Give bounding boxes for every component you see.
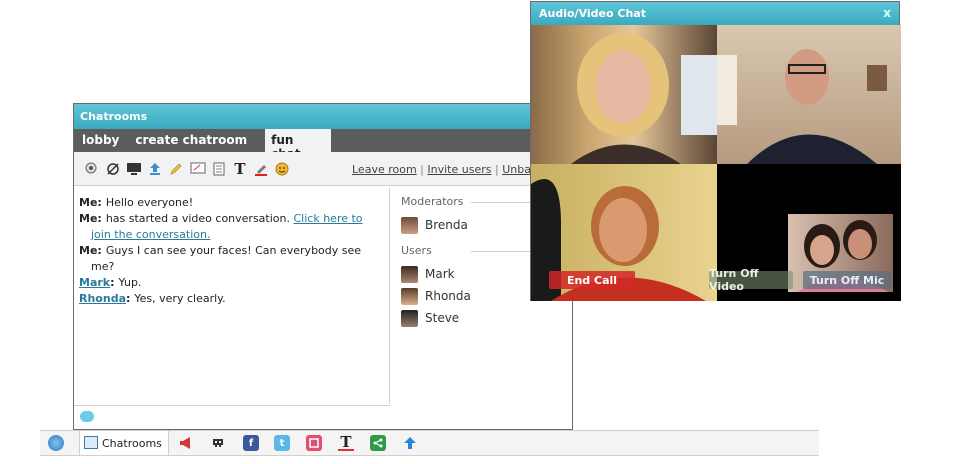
message-text: Yup. — [118, 276, 142, 289]
video-title: Audio/Video Chat — [539, 7, 646, 20]
invite-users-link[interactable]: Invite users — [427, 163, 491, 176]
video-chat-window: Audio/Video Chat x End Call Turn Off Vid… — [530, 1, 901, 301]
no-webcam-icon[interactable] — [105, 161, 121, 177]
webcam-icon[interactable] — [83, 161, 99, 177]
tab-create-chatroom[interactable]: create chatroom — [127, 129, 255, 152]
message-item: Me: has started a video conversation. Cli… — [79, 211, 384, 243]
video-feed-2 — [717, 25, 901, 164]
message-author-link[interactable]: Mark — [79, 276, 110, 289]
app-icon[interactable] — [306, 435, 322, 451]
message-item: Rhonda: Yes, very clearly. — [79, 292, 226, 305]
avatar — [401, 265, 418, 283]
message-author-link[interactable]: Rhonda — [79, 292, 126, 305]
message-text-continued: me? — [91, 260, 115, 273]
user-name: Brenda — [425, 218, 468, 232]
notes-icon[interactable] — [211, 161, 227, 177]
tab-lobby[interactable]: lobby — [74, 129, 127, 152]
user-name: Rhonda — [425, 289, 471, 303]
message-author: Me: — [79, 244, 102, 257]
avatar — [401, 309, 418, 327]
game-invader-icon[interactable] — [210, 435, 226, 451]
tab-fun-chat[interactable]: fun chat — [265, 129, 332, 161]
turn-off-video-button[interactable]: Turn Off Video — [709, 267, 793, 293]
user-name: Steve — [425, 311, 460, 325]
message-author: Me: — [79, 196, 102, 209]
taskbar-chatrooms-button[interactable]: Chatrooms — [79, 431, 169, 455]
chat-toolbar: T Leave room | Invite users | Unban — [74, 152, 572, 186]
taskbar-chatrooms-label: Chatrooms — [102, 436, 162, 450]
user-name: Mark — [425, 267, 455, 281]
emoticon-icon[interactable] — [274, 161, 290, 177]
avatar — [401, 216, 418, 234]
bottom-taskbar: Chatrooms f t T — [40, 430, 819, 456]
leave-room-link[interactable]: Leave room — [352, 163, 417, 176]
pencil-icon[interactable] — [168, 161, 184, 177]
globe-icon[interactable] — [48, 435, 64, 451]
message-list: Me: Hello everyone! Me: has started a vide… — [74, 188, 390, 404]
whiteboard-icon[interactable] — [190, 161, 206, 177]
chat-bubble-icon — [80, 411, 94, 422]
end-call-button[interactable]: End Call — [549, 271, 635, 289]
twitter-icon[interactable]: t — [274, 435, 290, 451]
chatroom-tabs: lobby create chatroom fun chat — [74, 129, 572, 161]
screen-share-icon[interactable] — [126, 161, 142, 177]
user-item-steve[interactable]: Steve — [401, 307, 563, 329]
message-item: Me: Guys I can see your faces! Can everyb… — [79, 243, 384, 275]
text-style-icon[interactable]: T — [338, 433, 354, 451]
facebook-icon[interactable]: f — [243, 435, 259, 451]
upload-icon[interactable] — [147, 161, 163, 177]
message-item: Me: Hello everyone! — [79, 195, 384, 211]
toolbar-links: Leave room | Invite users | Unban — [352, 163, 538, 176]
text-color-icon[interactable] — [253, 161, 269, 177]
scroll-up-icon[interactable] — [402, 435, 418, 451]
text-format-icon[interactable]: T — [232, 160, 248, 178]
video-feed-2-image — [717, 49, 887, 164]
video-feed-1-image — [571, 33, 717, 164]
join-video-link-continued[interactable]: join the conversation. — [79, 227, 384, 243]
chatrooms-icon — [84, 436, 98, 449]
message-text: has started a video conversation. — [105, 212, 290, 225]
chatrooms-window: Chatrooms lobby create chatroom fun chat… — [73, 103, 573, 430]
video-feed-1 — [531, 25, 717, 164]
message-author: Me: — [79, 212, 102, 225]
turn-off-mic-button[interactable]: Turn Off Mic — [803, 271, 891, 289]
video-titlebar[interactable]: Audio/Video Chat x — [531, 2, 899, 25]
close-icon[interactable]: x — [883, 6, 891, 20]
join-video-link[interactable]: Click here to — [294, 212, 363, 225]
avatar — [401, 287, 418, 305]
share-icon[interactable] — [370, 435, 386, 451]
message-item: Mark: Yup. — [79, 276, 142, 289]
message-text: Hello everyone! — [105, 196, 194, 209]
chatrooms-titlebar[interactable]: Chatrooms — [74, 104, 572, 129]
message-text: Guys I can see your faces! Can everybody… — [105, 244, 362, 257]
megaphone-icon[interactable] — [178, 435, 194, 451]
message-input-bar[interactable] — [74, 405, 390, 430]
message-text: Yes, very clearly. — [134, 292, 226, 305]
